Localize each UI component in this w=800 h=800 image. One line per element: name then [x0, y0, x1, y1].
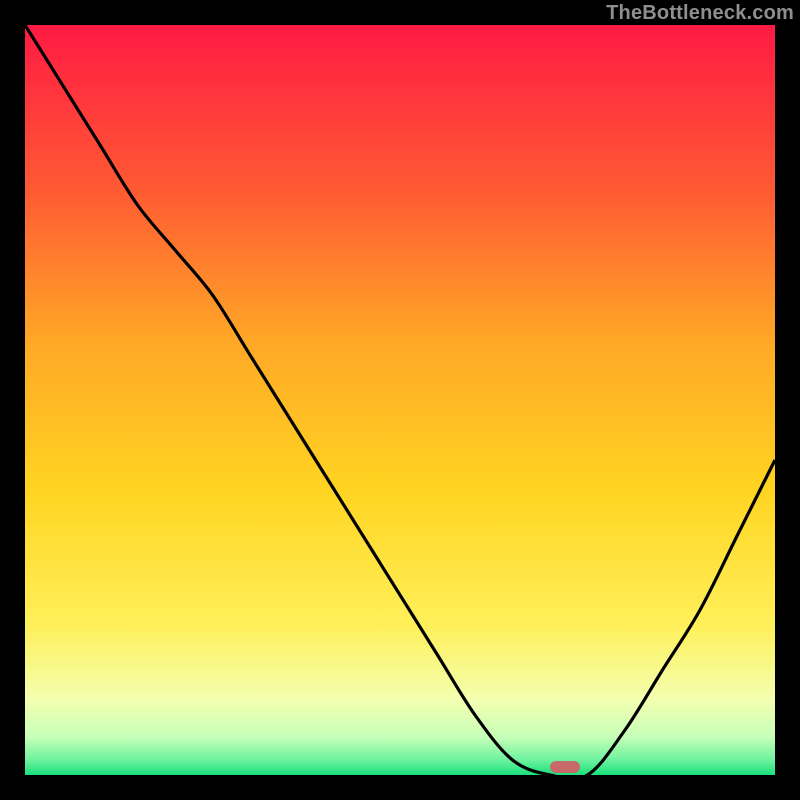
- bottleneck-curve: [25, 25, 775, 775]
- cursor-marker[interactable]: [550, 761, 580, 773]
- plot-area: [25, 25, 775, 775]
- watermark-text: TheBottleneck.com: [606, 2, 794, 25]
- chart-frame: TheBottleneck.com: [0, 0, 800, 800]
